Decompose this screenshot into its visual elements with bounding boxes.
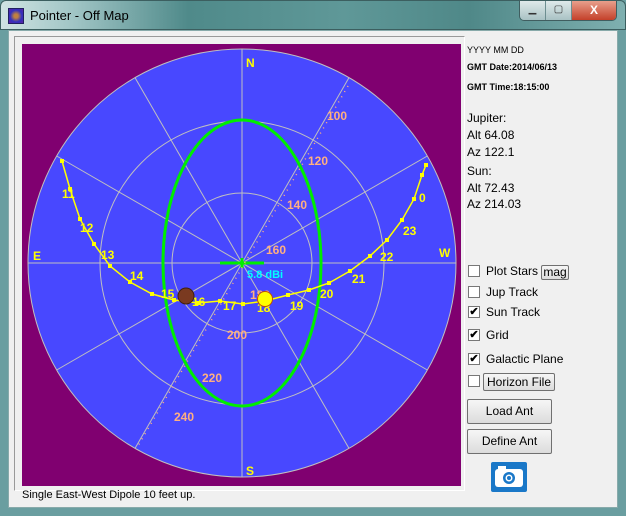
track-point	[424, 163, 428, 167]
checkbox[interactable]	[468, 265, 480, 277]
track-point	[108, 264, 112, 268]
pointer-label: 140	[287, 198, 307, 212]
close-button[interactable]: X	[572, 1, 616, 20]
gain-readout: 5.8 dBi	[247, 269, 283, 281]
sky-map[interactable]: 1001201401601802002202401112131415161718…	[22, 44, 461, 486]
jupiter-label: Jupiter:	[467, 111, 507, 125]
jupiter-az: Az 122.1	[467, 145, 515, 159]
hour-label: 20	[320, 287, 334, 301]
compass-east: E	[33, 249, 41, 263]
title-bar: Pointer - Off Map ▁ ▢ X	[0, 0, 626, 30]
pointer-label: 160	[266, 243, 286, 257]
option-label: Sun Track	[486, 305, 541, 319]
minimize-button[interactable]: ▁	[520, 1, 546, 20]
checkbox[interactable]	[468, 375, 480, 387]
track-point	[420, 173, 424, 177]
hour-label: 12	[80, 221, 94, 235]
status-text: Single East-West Dipole 10 feet up.	[22, 489, 196, 501]
option-label: Jup Track	[486, 285, 539, 299]
horizon-file-button[interactable]: Horizon File	[483, 373, 555, 391]
hour-label: 0	[419, 191, 426, 205]
sun-icon	[257, 291, 273, 307]
hour-label: 19	[290, 299, 304, 313]
option-sun-track[interactable]: ✔ Sun Track	[468, 305, 540, 319]
sun-alt: Alt 72.43	[467, 181, 515, 195]
window-title: Pointer - Off Map	[30, 8, 129, 23]
track-point	[150, 292, 154, 296]
checkbox[interactable]: ✔	[468, 353, 480, 365]
track-point	[368, 254, 372, 258]
option-plot-stars[interactable]: Plot Stars	[468, 264, 538, 278]
camera-button[interactable]	[491, 462, 527, 492]
pointer-label: 120	[308, 154, 328, 168]
hour-label: 23	[403, 224, 417, 238]
option-grid[interactable]: ✔ Grid	[468, 328, 509, 342]
maximize-button[interactable]: ▢	[546, 1, 572, 20]
mag-button[interactable]: mag	[541, 265, 569, 280]
track-point	[400, 218, 404, 222]
gmt-time: GMT Time:18:15:00	[467, 82, 550, 92]
hour-label: 17	[223, 299, 237, 313]
hour-label: 14	[130, 269, 144, 283]
date-format: YYYY MM DD	[467, 45, 524, 55]
track-point	[218, 299, 222, 303]
option-jup-track[interactable]: Jup Track	[468, 285, 538, 299]
load-ant-button[interactable]: Load Ant	[467, 399, 552, 424]
track-point	[286, 293, 290, 297]
track-point	[307, 288, 311, 292]
camera-icon	[495, 466, 523, 487]
pointer-label: 240	[174, 410, 194, 424]
hour-label: 11	[62, 187, 75, 201]
pointer-label: 100	[327, 109, 347, 123]
track-point	[412, 197, 416, 201]
define-ant-button[interactable]: Define Ant	[467, 429, 552, 454]
hour-label: 13	[101, 248, 115, 262]
checkbox[interactable]: ✔	[468, 329, 480, 341]
checkbox[interactable]	[468, 286, 480, 298]
track-point	[241, 302, 245, 306]
option-label: Grid	[486, 328, 509, 342]
compass-south: S	[246, 464, 254, 478]
jupiter-alt: Alt 64.08	[467, 128, 515, 142]
option-label: Galactic Plane	[486, 352, 564, 366]
pointer-label: 200	[227, 328, 247, 342]
hour-label: 22	[380, 250, 394, 264]
option-galactic-plane[interactable]: ✔ Galactic Plane	[468, 352, 563, 366]
pointer-label: 220	[202, 371, 222, 385]
checkbox[interactable]: ✔	[468, 306, 480, 318]
compass-north: N	[246, 56, 255, 70]
gmt-date: GMT Date:2014/06/13	[467, 62, 558, 72]
option-label: Plot Stars	[486, 264, 539, 278]
track-point	[327, 281, 331, 285]
track-point	[385, 238, 389, 242]
track-point	[92, 242, 96, 246]
compass-west: W	[439, 246, 451, 260]
track-point	[60, 159, 64, 163]
hour-label: 21	[352, 272, 366, 286]
sun-label: Sun:	[467, 164, 492, 178]
app-icon	[8, 8, 24, 24]
sun-az: Az 214.03	[467, 197, 522, 211]
hour-label: 15	[161, 287, 175, 301]
jupiter-icon	[177, 287, 195, 305]
